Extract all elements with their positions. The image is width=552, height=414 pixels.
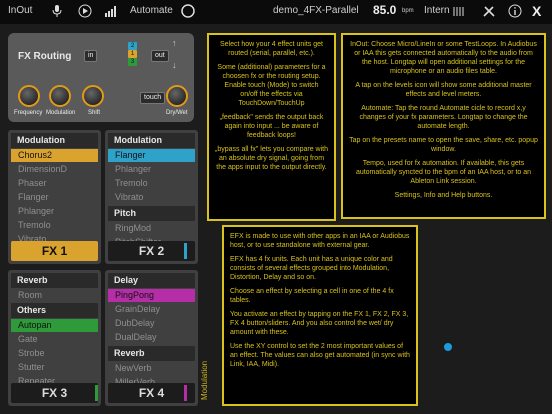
fx3-button[interactable]: FX 3	[11, 383, 98, 403]
xy-effect-label: Modulation	[200, 360, 209, 400]
fx1-button-label: FX 1	[41, 244, 68, 258]
routing-down-arrow-icon[interactable]: ↓	[172, 60, 177, 70]
help-routing-text-4: „bypass all fx" lets you compare with an…	[215, 146, 328, 171]
fx3-item-room[interactable]: Room	[11, 289, 98, 302]
fx3-level-bar	[95, 385, 98, 401]
fx3-item-strobe[interactable]: Strobe	[11, 347, 98, 360]
fx2-level-bar	[184, 243, 187, 259]
help-efx-text-3: Choose an effect by selecting a cell in …	[230, 288, 394, 304]
routing-chip-fx3[interactable]: 3	[128, 58, 137, 66]
fx3-panel: Reverb Room Others Autopan Gate Strobe S…	[8, 270, 101, 406]
fx4-item-newverb[interactable]: NewVerb	[108, 362, 195, 375]
help-topbar-text-2: A tap on the levels icon will show some …	[355, 82, 532, 98]
fx-routing-panel: FX Routing in 2 1 3 out ↑ ↓ Frequency Mo…	[8, 33, 194, 122]
shift-label: Shift	[88, 110, 101, 116]
close-button[interactable]: X	[532, 3, 541, 19]
fx1-item-chorus2[interactable]: Chorus2	[11, 149, 98, 162]
fx2-button-label: FX 2	[138, 244, 165, 258]
fx3-item-autopan[interactable]: Autopan	[11, 319, 98, 332]
help-efx-text-4: You activate an effect by tapping on the…	[230, 311, 409, 336]
tools-icon[interactable]	[482, 4, 496, 21]
help-routing-text-1: Select how your 4 effect units get route…	[220, 41, 323, 57]
shift-knob[interactable]	[82, 85, 104, 107]
fx4-group-header: Delay	[108, 273, 195, 288]
routing-title: FX Routing	[18, 51, 72, 62]
fx4-button-label: FX 4	[138, 386, 165, 400]
fx4-item-pingpong[interactable]: PingPong	[108, 289, 195, 302]
fx2-button[interactable]: FX 2	[108, 241, 195, 261]
automate-circle-icon[interactable]	[181, 4, 195, 21]
fx2-group-header: Modulation	[108, 133, 195, 148]
help-topbar-box: InOut: Choose Micro/LineIn or some TestL…	[341, 33, 546, 219]
preset-name[interactable]: demo_4FX-Parallel	[273, 5, 359, 16]
fx4-item-graindelay[interactable]: GrainDelay	[108, 303, 195, 316]
inout-button[interactable]: InOut	[8, 5, 32, 16]
help-routing-text-3: „feedback" sends the output back again i…	[219, 114, 324, 139]
fx2-item-flanger[interactable]: Flanger	[108, 149, 195, 162]
fx2-item-vibrato[interactable]: Vibrato	[108, 191, 195, 204]
fx2-group-header-pitch: Pitch	[108, 206, 195, 221]
fx4-group-header-reverb: Reverb	[108, 346, 195, 361]
tempo-unit: bpm	[402, 8, 414, 14]
help-topbar-text-4: Tap on the presets name to open the save…	[349, 137, 538, 153]
tempo-value[interactable]: 85.0	[373, 3, 396, 17]
routing-chip-fx1[interactable]: 1	[128, 50, 137, 58]
fx3-button-label: FX 3	[41, 386, 68, 400]
input-button[interactable]: in	[84, 50, 98, 62]
drywet-label: Dry/Wet	[166, 110, 188, 116]
fx1-item-phlanger[interactable]: Phlanger	[11, 205, 98, 218]
fx1-button[interactable]: FX 1	[11, 241, 98, 261]
fx4-panel: Delay PingPong GrainDelay DubDelay DualD…	[105, 270, 198, 406]
fx2-item-phlanger[interactable]: Phlanger	[108, 163, 195, 176]
frequency-label: Frequency	[14, 110, 43, 116]
fx3-group-header-others: Others	[11, 303, 98, 318]
fx1-item-phaser[interactable]: Phaser	[11, 177, 98, 190]
help-efx-text-5: Use the XY control to set the 2 most imp…	[230, 343, 410, 368]
help-routing-text-2: Some (additional) parameters for a choos…	[217, 64, 326, 107]
fx2-item-ringmod[interactable]: RingMod	[108, 222, 195, 235]
help-efx-text-1: EFX is made to use with other apps in an…	[230, 233, 410, 249]
session-label[interactable]: Intern	[424, 5, 450, 16]
mic-icon[interactable]	[52, 4, 62, 21]
help-topbar-text-6: Settings, Info and Help buttons.	[394, 192, 493, 199]
xy-control-handle[interactable]	[444, 343, 452, 351]
fx4-button[interactable]: FX 4	[108, 383, 195, 403]
info-icon[interactable]	[508, 4, 522, 21]
help-topbar-text-3: Automate: Tap the round Automate cicle t…	[359, 105, 528, 130]
levels-icon[interactable]	[105, 4, 119, 21]
routing-chip-fx2[interactable]: 2	[128, 42, 137, 50]
fx3-item-gate[interactable]: Gate	[11, 333, 98, 346]
modulation-label: Modulation	[46, 110, 76, 116]
help-routing-box: Select how your 4 effect units get route…	[207, 33, 336, 221]
help-topbar-text-5: Tempo, used for fx automation. If availa…	[355, 160, 532, 185]
output-button[interactable]: out	[151, 50, 169, 62]
help-topbar-text-1: InOut: Choose Micro/LineIn or some TestL…	[350, 41, 537, 75]
automate-button[interactable]: Automate	[130, 5, 173, 16]
play-icon[interactable]	[78, 4, 92, 21]
touch-button[interactable]: touch	[140, 92, 166, 104]
fx1-panel: Modulation Chorus2 DimensionD Phaser Fla…	[8, 130, 101, 264]
fx4-level-bar	[184, 385, 187, 401]
fx1-item-flanger[interactable]: Flanger	[11, 191, 98, 204]
fx2-item-tremolo[interactable]: Tremolo	[108, 177, 195, 190]
fx2-panel: Modulation Flanger Phlanger Tremolo Vibr…	[105, 130, 198, 264]
routing-up-arrow-icon[interactable]: ↑	[172, 38, 177, 48]
fx1-item-dimensiond[interactable]: DimensionD	[11, 163, 98, 176]
fx1-item-tremolo[interactable]: Tremolo	[11, 219, 98, 232]
fx1-group-header: Modulation	[11, 133, 98, 148]
fx3-item-stutter[interactable]: Stutter	[11, 361, 98, 374]
link-icon[interactable]	[452, 4, 466, 21]
help-efx-text-2: EFX has 4 fx units. Each unit has a uniq…	[230, 256, 393, 281]
drywet-knob[interactable]	[166, 85, 188, 107]
fx4-item-dualdelay[interactable]: DualDelay	[108, 331, 195, 344]
frequency-knob[interactable]	[18, 85, 40, 107]
fx4-item-dubdelay[interactable]: DubDelay	[108, 317, 195, 330]
help-efx-box: EFX is made to use with other apps in an…	[222, 225, 418, 406]
modulation-knob[interactable]	[49, 85, 71, 107]
top-bar: InOut Automate demo_4FX-Parallel 85.0 bp…	[0, 0, 552, 24]
fx3-group-header: Reverb	[11, 273, 98, 288]
